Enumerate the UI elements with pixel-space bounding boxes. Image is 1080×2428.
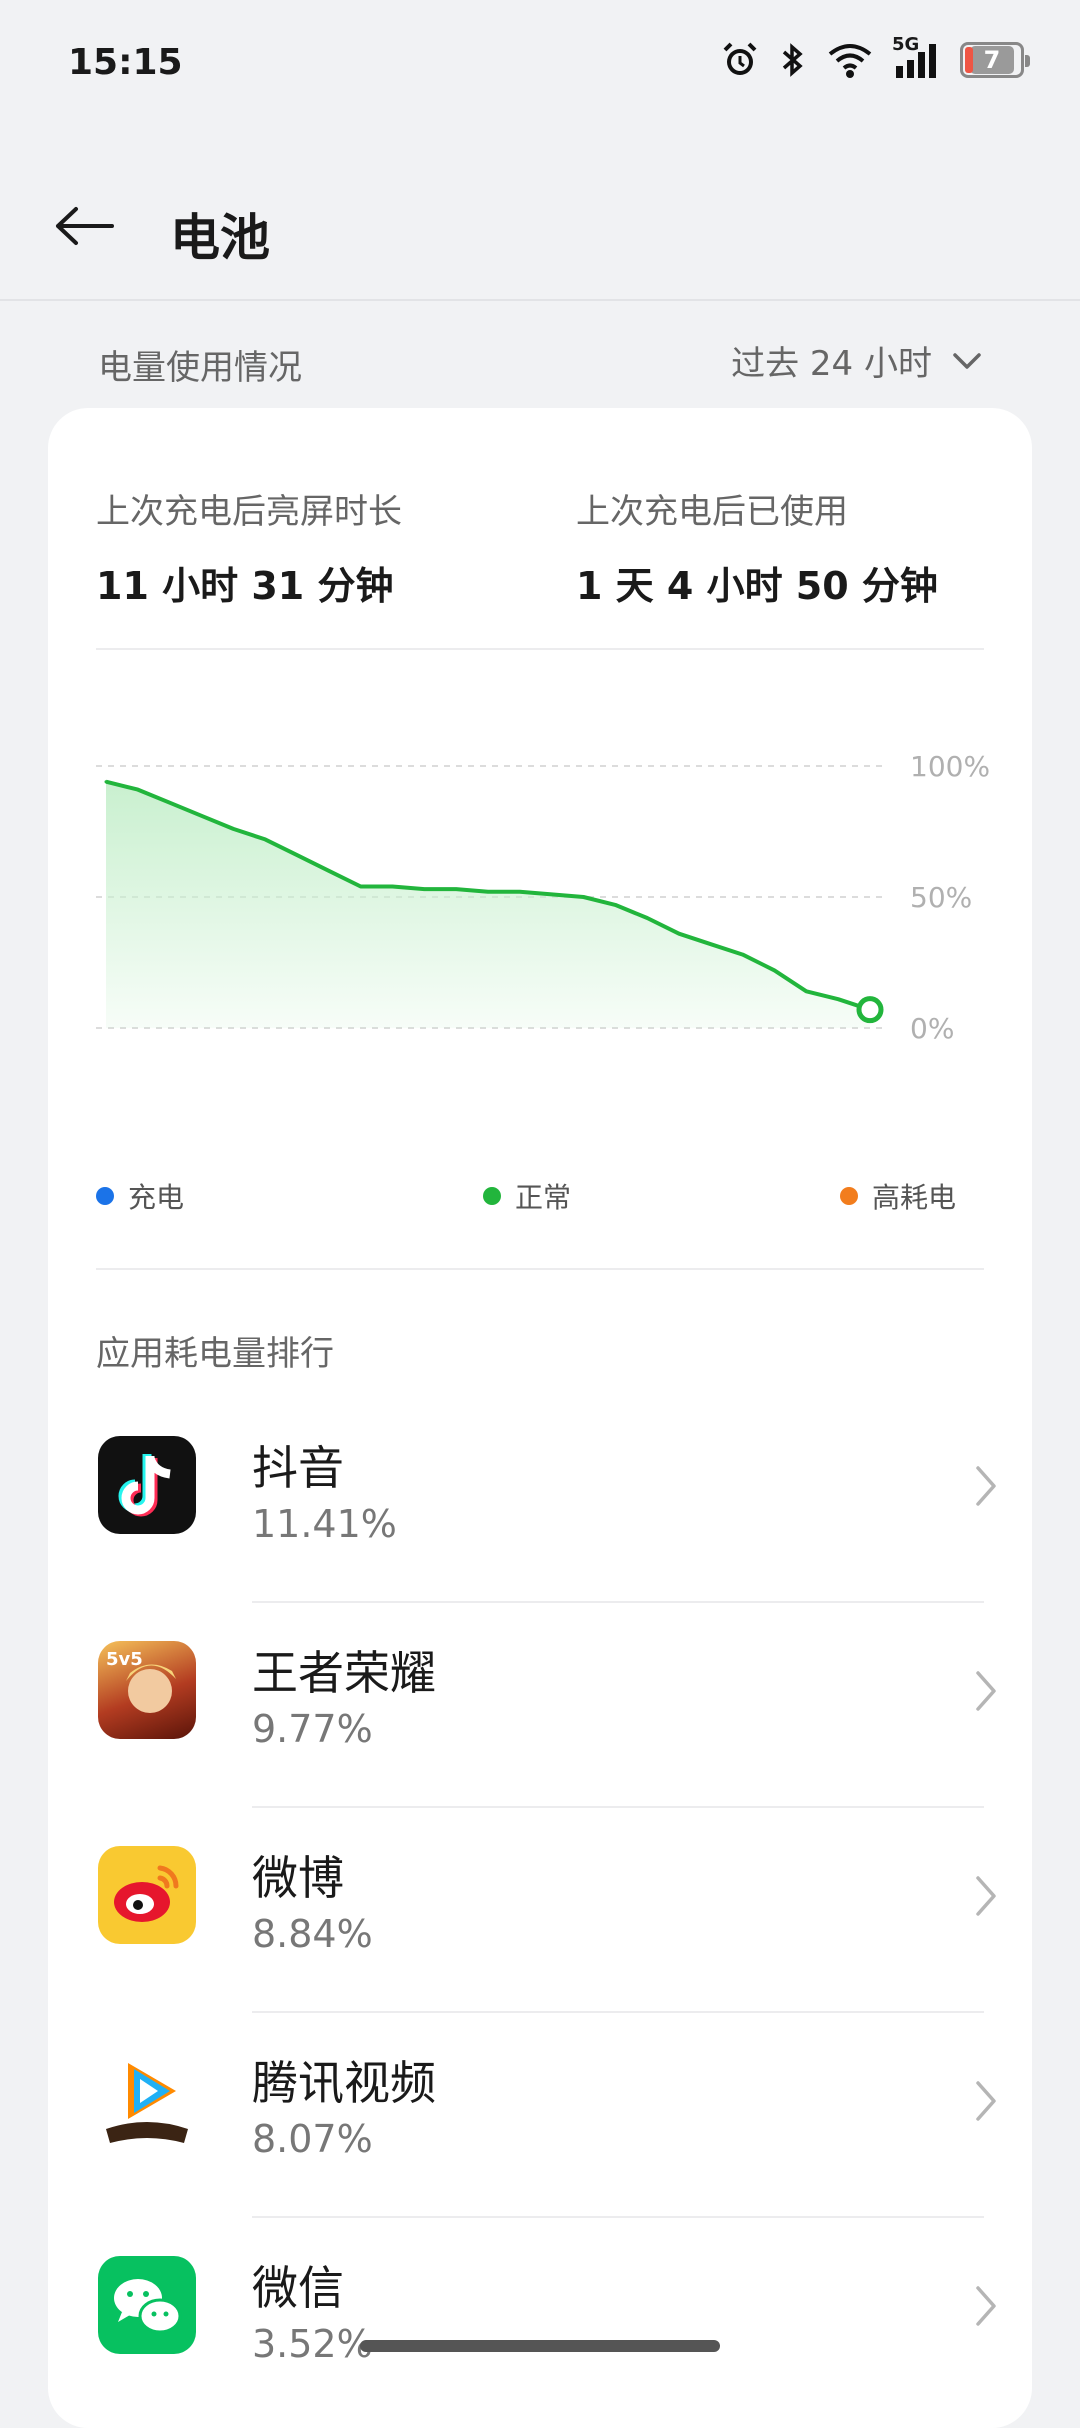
honor-of-kings-icon: 5v5 xyxy=(98,1641,196,1739)
app-ranking-title: 应用耗电量排行 xyxy=(96,1334,334,1374)
legend-divider xyxy=(96,1268,984,1270)
wifi-icon xyxy=(828,44,872,78)
legend-label-normal: 正常 xyxy=(515,1181,572,1214)
app-percent: 3.52% xyxy=(252,2322,373,2366)
back-button[interactable] xyxy=(48,190,120,262)
battery-usage-card: 上次充电后亮屏时长 11 小时 31 分钟 上次充电后已使用 1 天 4 小时 … xyxy=(48,408,1032,2428)
battery-area-fill xyxy=(106,781,870,1028)
tencent-video-icon xyxy=(98,2051,196,2149)
y-tick-label: 50% xyxy=(910,881,972,914)
data-point xyxy=(836,997,840,1001)
page-header: 电池 xyxy=(0,160,1080,300)
data-point xyxy=(327,869,331,873)
app-percent: 11.41% xyxy=(252,1502,397,1546)
douyin-icon xyxy=(98,1436,196,1534)
cellular-signal-icon: 5G xyxy=(892,34,942,80)
data-point xyxy=(359,885,363,889)
stats-divider xyxy=(96,648,984,650)
data-point xyxy=(804,989,808,993)
data-point xyxy=(741,953,745,957)
battery-level-chart: 100%50%0%15:0019:0023:0003:0007:0011:00现… xyxy=(96,750,990,1045)
app-name: 王者荣耀 xyxy=(252,1646,436,1700)
screen-on-stat: 上次充电后亮屏时长 11 小时 31 分钟 xyxy=(96,484,402,610)
data-point xyxy=(200,814,203,818)
weibo-icon xyxy=(98,1846,196,1944)
app-row-wechat[interactable]: 微信 3.52% xyxy=(48,2218,1032,2423)
y-tick-label: 0% xyxy=(910,1012,954,1045)
svg-text:5v5: 5v5 xyxy=(106,1649,143,1670)
alarm-icon xyxy=(723,42,757,75)
y-tick-label: 100% xyxy=(910,750,990,783)
legend-label-charging: 充电 xyxy=(128,1181,185,1214)
data-point xyxy=(136,788,140,792)
data-point xyxy=(613,903,617,907)
chevron-right-icon xyxy=(976,2286,996,2326)
legend-item-high-drain: 高耗电 xyxy=(840,1176,956,1216)
legend-dot-charging xyxy=(96,1187,114,1205)
chevron-down-icon xyxy=(953,352,981,369)
app-row-tencent-video[interactable]: 腾讯视频 8.07% xyxy=(48,2013,1032,2218)
data-point xyxy=(645,916,649,920)
battery-level: 7 xyxy=(969,46,1015,74)
header-divider xyxy=(0,299,1080,301)
data-point xyxy=(550,892,554,896)
data-point xyxy=(773,968,776,972)
app-name: 抖音 xyxy=(252,1441,344,1495)
current-level-marker xyxy=(856,996,884,1024)
arrow-left-icon xyxy=(56,207,114,245)
legend-label-high-drain: 高耗电 xyxy=(872,1181,957,1214)
data-point xyxy=(231,827,235,831)
data-point xyxy=(709,942,713,946)
data-point xyxy=(104,780,108,784)
data-point xyxy=(168,801,172,805)
legend-dot-high-drain xyxy=(840,1187,858,1205)
used-since-charge-label: 上次充电后已使用 xyxy=(576,492,848,532)
used-since-charge-stat: 上次充电后已使用 1 天 4 小时 50 分钟 xyxy=(576,484,938,610)
chevron-right-icon xyxy=(976,2081,996,2121)
data-point xyxy=(295,853,299,857)
home-indicator[interactable] xyxy=(360,2340,720,2352)
app-row-weibo[interactable]: 微博 8.84% xyxy=(48,1808,1032,2013)
legend-dot-normal xyxy=(483,1187,501,1205)
usage-section-label: 电量使用情况 xyxy=(98,348,302,388)
status-icons: 5G 7 xyxy=(720,34,1030,80)
legend-item-normal: 正常 xyxy=(483,1176,571,1216)
clock: 15:15 xyxy=(68,42,183,83)
app-percent: 8.84% xyxy=(252,1912,373,1956)
chevron-right-icon xyxy=(976,1671,996,1711)
bluetooth-icon xyxy=(782,43,803,77)
data-point xyxy=(582,895,585,899)
data-point xyxy=(454,887,458,891)
app-name: 微博 xyxy=(252,1851,344,1905)
app-name: 微信 xyxy=(252,2261,344,2315)
page-title: 电池 xyxy=(170,209,270,267)
legend-item-charging: 充电 xyxy=(96,1176,184,1216)
screen-on-label: 上次充电后亮屏时长 xyxy=(96,492,402,532)
screen-on-value: 11 小时 31 分钟 xyxy=(96,564,394,608)
status-bar: 15:15 5G 7 xyxy=(0,0,1080,130)
battery-icon: 7 xyxy=(960,42,1030,78)
data-point xyxy=(486,890,490,894)
chevron-right-icon xyxy=(976,1466,996,1506)
data-point xyxy=(677,932,681,936)
wechat-icon xyxy=(98,2256,196,2354)
app-row-douyin[interactable]: 抖音 11.41% xyxy=(48,1398,1032,1603)
used-since-charge-value: 1 天 4 小时 50 分钟 xyxy=(576,564,938,608)
data-point xyxy=(263,837,267,841)
data-point xyxy=(518,890,522,894)
data-point xyxy=(422,887,426,891)
data-point xyxy=(391,885,394,889)
app-percent: 8.07% xyxy=(252,2117,373,2161)
app-name: 腾讯视频 xyxy=(252,2056,436,2110)
chevron-right-icon xyxy=(976,1876,996,1916)
time-range-dropdown[interactable]: 过去 24 小时 xyxy=(731,336,982,385)
app-percent: 9.77% xyxy=(252,1707,373,1751)
time-range-value: 过去 24 小时 xyxy=(731,344,932,384)
app-row-honor-of-kings[interactable]: 5v5 王者荣耀 9.77% xyxy=(48,1603,1032,1808)
